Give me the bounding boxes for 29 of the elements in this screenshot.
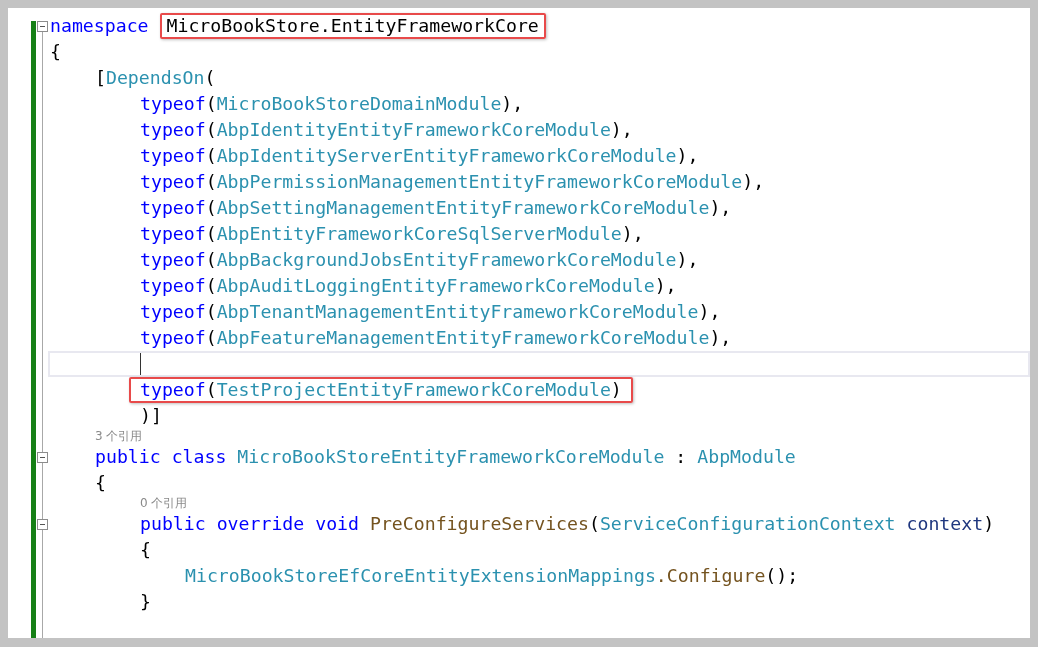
code-line: { [95,471,106,495]
code-line: )] [140,404,162,428]
code-text: namespace [50,14,150,38]
code-line: { [50,40,61,64]
code-editor[interactable] [8,8,1030,638]
collapse-icon[interactable] [37,519,48,530]
collapse-icon[interactable] [37,21,48,32]
code-line: typeof(AbpBackgroundJobsEntityFrameworkCoreModule), [140,248,699,272]
code-line: typeof(AbpSettingManagementEntityFrameworkCoreModule), [140,196,732,220]
text-caret [140,353,141,375]
code-line: typeof(AbpAuditLoggingEntityFrameworkCoreModule), [140,274,677,298]
code-line: typeof(AbpFeatureManagementEntityFrameworkCoreModule), [140,326,732,350]
code-line: public override void PreConfigureServices(ServiceConfigurationContext context) [140,512,995,536]
code-line: public class MicroBookStoreEntityFrameworkCoreModule : AbpModule [95,445,796,469]
code-line: typeof(AbpEntityFrameworkCoreSqlServerModule), [140,222,644,246]
code-line: typeof(AbpPermissionManagementEntityFrameworkCoreModule), [140,170,765,194]
code-line: typeof(AbpIdentityServerEntityFrameworkCoreModule), [140,144,699,168]
code-line: typeof(AbpIdentityEntityFrameworkCoreModule), [140,118,633,142]
code-line: typeof(AbpTenantManagementEntityFrameworkCoreModule), [140,300,721,324]
codelens-text[interactable]: 0 个引用 [140,496,188,511]
code-line: { [140,538,151,562]
collapse-icon[interactable] [37,452,48,463]
code-line: [DependsOn( [95,66,216,90]
highlight-box: typeof(TestProjectEntityFrameworkCoreModule) [129,377,633,403]
code-line: MicroBookStoreEfCoreEntityExtensionMappings.Configure(); [185,564,799,588]
highlight-box: MicroBookStore.EntityFrameworkCore [159,13,546,39]
codelens-text[interactable]: 3 个引用 [95,429,143,444]
code-line: } [140,590,151,614]
code-line: typeof(MicroBookStoreDomainModule), [140,92,524,116]
